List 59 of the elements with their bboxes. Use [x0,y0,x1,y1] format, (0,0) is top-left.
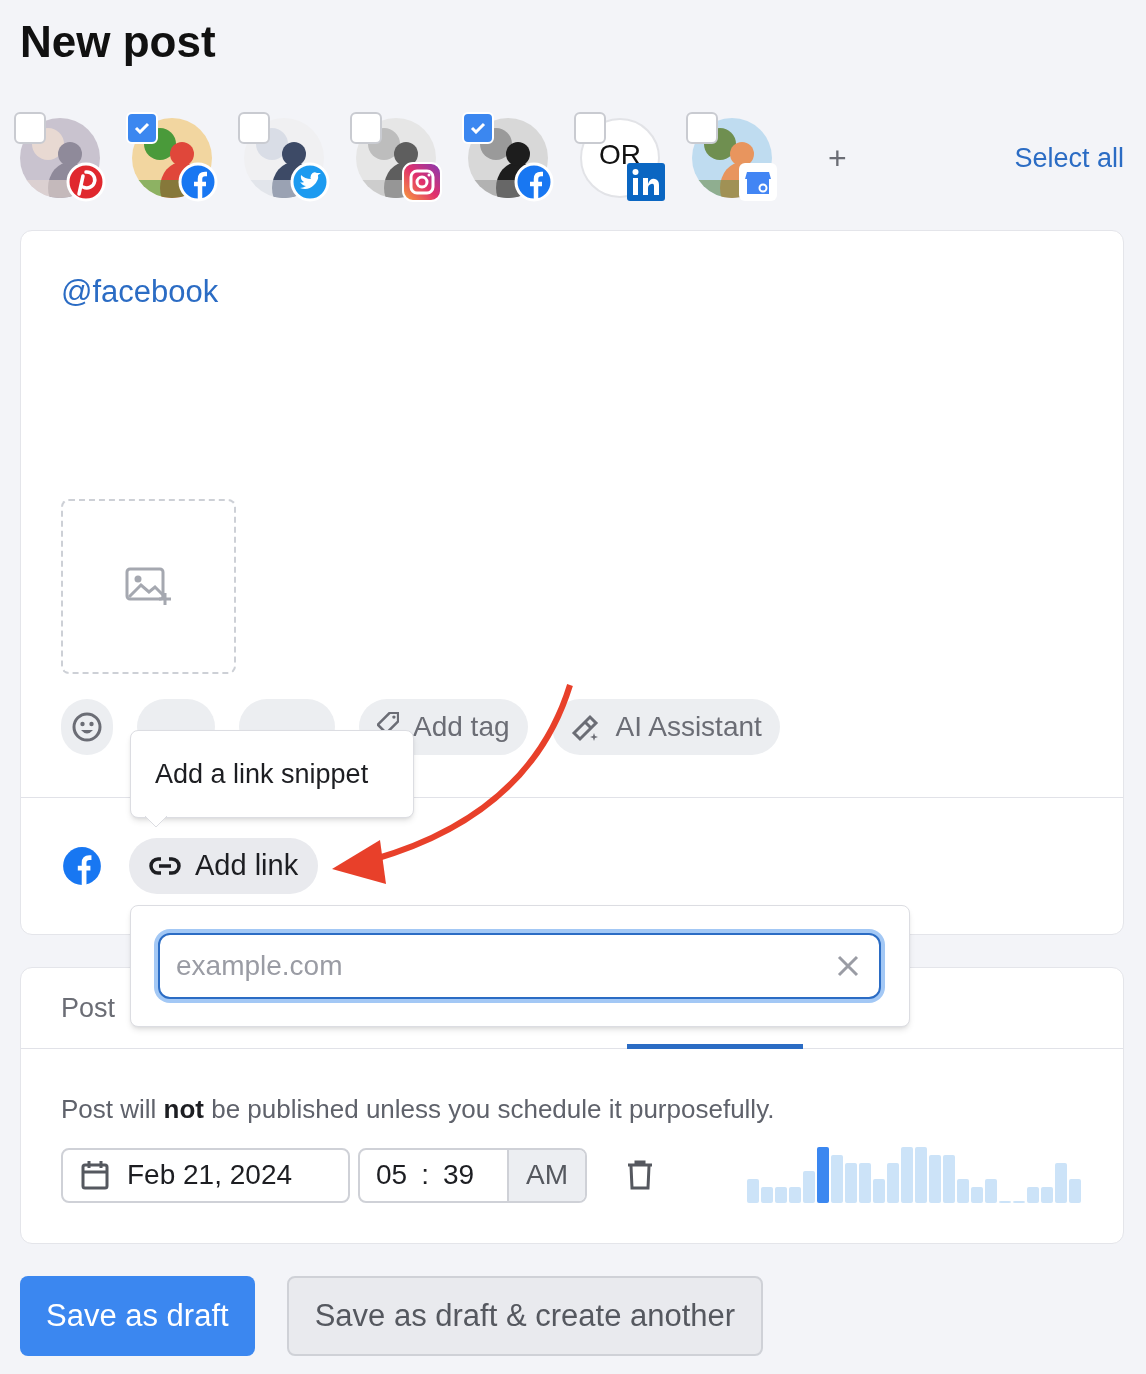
histogram-bar [915,1147,927,1203]
link-icon [149,856,181,876]
emoji-button[interactable] [61,699,113,755]
histogram-bar [1027,1187,1039,1203]
save-and-create-button[interactable]: Save as draft & create another [286,1276,764,1356]
account-checkbox[interactable] [14,112,46,144]
histogram-bar [1055,1163,1067,1203]
account-checkbox[interactable] [686,112,718,144]
calendar-icon [81,1160,109,1190]
tooltip-text: Add a link snippet [155,757,369,791]
histogram-bar [1041,1187,1053,1203]
schedule-tab[interactable]: Post [61,987,116,1029]
store-icon [738,162,778,202]
check-icon [470,122,486,134]
schedule-notice: Post will not be published unless you schedule it purposefully. [61,1093,776,1125]
histogram-bar [943,1155,955,1203]
page-title: New post [20,16,217,68]
histogram-bar [929,1155,941,1203]
smiley-icon [71,711,103,743]
post-text[interactable]: @facebook [61,275,1083,309]
add-link-button[interactable]: Add link [129,838,319,894]
histogram-bar [873,1179,885,1203]
histogram-bar [747,1179,759,1203]
close-icon[interactable] [837,955,859,977]
check-icon [134,122,150,134]
date-value: Feb 21, 2024 [127,1158,293,1192]
histogram-bar [803,1171,815,1203]
pinterest-icon [66,162,106,202]
histogram-bar [971,1187,983,1203]
histogram-bar [985,1179,997,1203]
account-checkbox[interactable] [574,112,606,144]
instagram-icon [402,162,442,202]
histogram-bar [957,1179,969,1203]
date-field[interactable]: Feb 21, 2024 [61,1147,350,1203]
facebook-icon [178,162,218,202]
histogram-bar [887,1163,899,1203]
histogram-bar [901,1147,913,1203]
save-draft-button[interactable]: Save as draft [20,1276,255,1356]
twitter-icon [290,162,330,202]
add-account-button[interactable]: + [828,142,847,174]
histogram-bar [789,1187,801,1203]
ai-assistant-button[interactable]: AI Assistant [551,699,780,755]
linkedin-icon [626,162,666,202]
facebook-icon [61,845,103,887]
url-input[interactable]: example.com [158,933,881,999]
histogram-bar [761,1187,773,1203]
histogram-bar [831,1155,843,1203]
histogram-bar [859,1163,871,1203]
add-image-icon [124,566,173,607]
histogram-bar [817,1147,829,1203]
facebook-icon [514,162,554,202]
media-dropzone[interactable] [61,499,236,674]
histogram-bar [1069,1179,1081,1203]
histogram-bar [845,1163,857,1203]
histogram-bar [775,1187,787,1203]
account-checkbox[interactable] [238,112,270,144]
trash-icon[interactable] [627,1160,653,1190]
select-all-link[interactable]: Select all [1014,137,1124,179]
account-checkbox[interactable] [350,112,382,144]
